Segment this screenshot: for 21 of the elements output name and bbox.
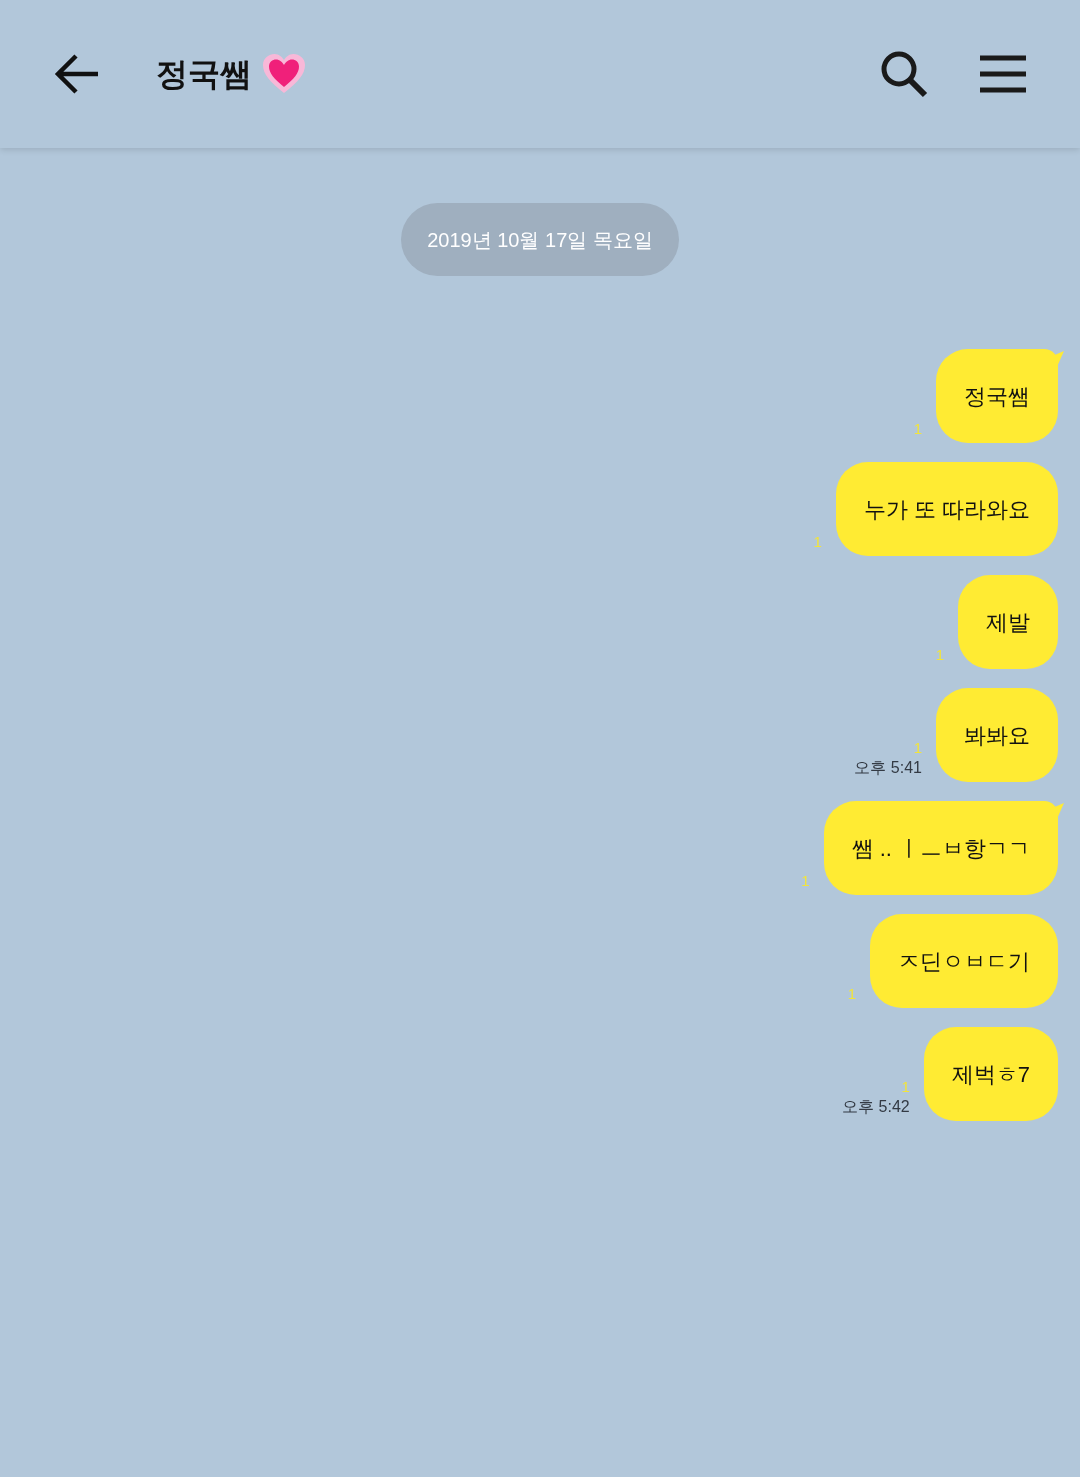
menu-icon	[980, 55, 1026, 93]
unread-count: 1	[813, 532, 822, 552]
message-bubble: 쌤 .. ㅣㅡㅂ항ㄱㄱ	[823, 801, 1058, 895]
message-bubble: ㅈ딘ㅇㅂㄷ기	[870, 914, 1058, 1008]
message-bubble: 제발	[958, 575, 1058, 669]
back-arrow-icon	[54, 53, 100, 95]
heart-icon	[262, 53, 306, 95]
search-icon	[879, 49, 929, 99]
unread-count: 1	[913, 419, 922, 439]
message-time: 오후 5:41	[854, 758, 922, 778]
unread-count: 1	[801, 871, 810, 891]
message-bubble: 정국쌤	[936, 349, 1058, 443]
message-bubble: 누가 또 따라와요	[835, 462, 1058, 556]
message-bubble: 봐봐요	[936, 688, 1058, 782]
unread-count: 1	[901, 1077, 910, 1097]
unread-count: 1	[847, 984, 856, 1004]
message-bubble: 제벅ㅎ7	[923, 1027, 1058, 1121]
chat-title: 정국쌤	[156, 55, 252, 94]
unread-count: 1	[935, 645, 944, 665]
unread-count: 1	[913, 738, 922, 758]
message-time: 오후 5:42	[842, 1097, 910, 1117]
